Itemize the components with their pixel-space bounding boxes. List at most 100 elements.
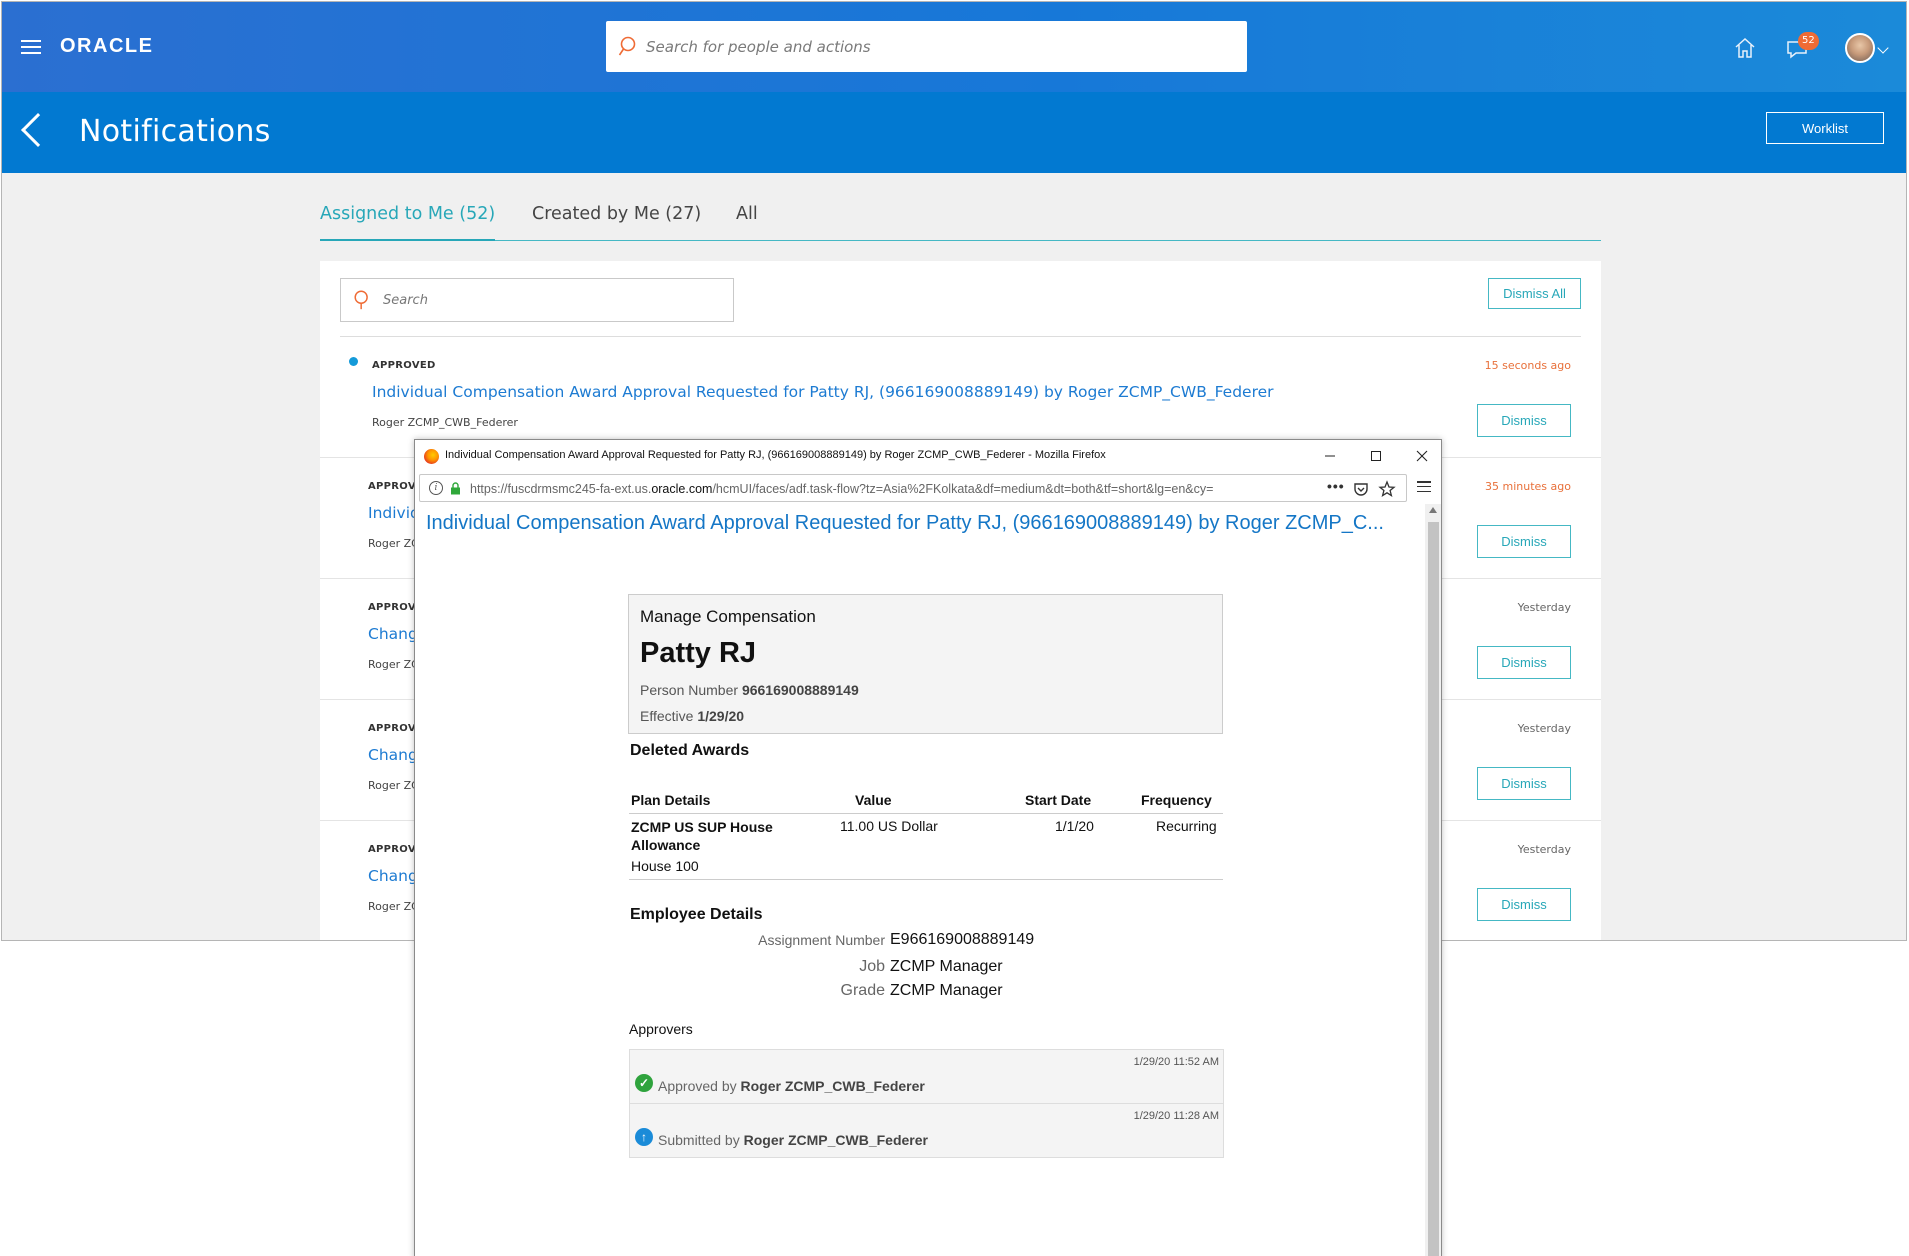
minimize-icon[interactable] (1319, 445, 1341, 467)
search-icon (354, 290, 368, 310)
start-date-cell: 1/1/20 (1055, 818, 1094, 834)
oracle-logo: ORACLE (60, 35, 154, 57)
firefox-window: Individual Compensation Award Approval R… (414, 439, 1442, 1256)
global-search[interactable] (606, 21, 1247, 72)
popup-document: Individual Compensation Award Approval R… (415, 504, 1425, 1256)
effective-value: 1/29/20 (697, 708, 745, 724)
scrollbar-thumb[interactable] (1428, 522, 1439, 1256)
approvers-label: Approvers (629, 1021, 693, 1037)
chevron-down-icon[interactable] (1877, 42, 1889, 54)
firefox-menu-icon[interactable] (1417, 481, 1431, 493)
url-text[interactable]: https://fuscdrmsmc245-fa-ext.us.oracle.c… (470, 482, 1213, 496)
notification-time: Yesterday (1517, 722, 1571, 735)
column-header: Start Date (1025, 792, 1092, 808)
notification-sender: Roger ZC (368, 537, 419, 550)
approver-name: Roger ZCMP_CWB_Federer (740, 1078, 925, 1094)
global-search-input[interactable] (606, 21, 1247, 72)
plan-option: House 100 (631, 858, 699, 874)
notification-title-link[interactable]: Chang (368, 625, 418, 643)
field-value: ZCMP Manager (890, 982, 1003, 999)
assignment-number-row: Assignment Number E966169008889149 (630, 931, 1230, 956)
dismiss-button[interactable]: Dismiss (1477, 404, 1571, 437)
url-prefix: https://fuscdrmsmc245-fa-ext.us. (470, 482, 652, 496)
field-label: Assignment Number (758, 932, 885, 948)
notification-status: APPROVED (372, 360, 436, 371)
approval-timestamp: 1/29/20 11:28 AM (1133, 1110, 1219, 1122)
effective-date: Effective 1/29/20 (640, 708, 1211, 724)
maximize-icon[interactable] (1365, 445, 1387, 467)
page-header: Notifications Worklist (2, 92, 1906, 173)
person-card: Manage Compensation Patty RJ Person Numb… (628, 594, 1223, 734)
firefox-title-bar: Individual Compensation Award Approval R… (415, 440, 1441, 472)
close-icon[interactable] (1411, 445, 1433, 467)
notification-sender: Roger ZCMP_CWB_Federer (372, 416, 518, 429)
notification-sender: Roger ZC (368, 779, 419, 792)
notification-sender: Roger ZC (368, 658, 419, 671)
unread-dot-icon (349, 357, 358, 366)
approval-text: Submitted by Roger ZCMP_CWB_Federer (658, 1132, 928, 1148)
notification-count-badge: 52 (1798, 32, 1819, 50)
notification-time: Yesterday (1517, 601, 1571, 614)
user-avatar[interactable] (1845, 33, 1875, 63)
page-actions-menu[interactable]: ••• (1327, 478, 1345, 494)
notification-time: 35 minutes ago (1485, 480, 1571, 493)
info-icon[interactable]: i (429, 481, 443, 495)
approval-action: Approved by (658, 1078, 737, 1094)
dismiss-button[interactable]: Dismiss (1477, 646, 1571, 679)
back-icon[interactable] (21, 113, 55, 147)
approver-entry: 1/29/20 11:52 AM ✓ Approved by Roger ZCM… (629, 1049, 1224, 1104)
scroll-up-icon[interactable] (1429, 507, 1437, 513)
dismiss-button[interactable]: Dismiss (1477, 888, 1571, 921)
lock-icon (451, 482, 460, 495)
vertical-scrollbar[interactable] (1425, 504, 1441, 1256)
dismiss-all-button[interactable]: Dismiss All (1488, 278, 1581, 309)
menu-icon[interactable] (21, 40, 41, 55)
tab-all[interactable]: All (736, 204, 758, 224)
field-label: Grade (840, 982, 885, 999)
address-bar[interactable]: i https://fuscdrmsmc245-fa-ext.us.oracle… (419, 474, 1407, 502)
tab-assigned-to-me[interactable]: Assigned to Me (52) (320, 204, 496, 241)
card-heading: Manage Compensation (640, 607, 816, 626)
person-number: Person Number 966169008889149 (640, 682, 1211, 698)
arrow-up-circle-icon: ↑ (635, 1128, 653, 1146)
field-value: ZCMP Manager (890, 958, 1003, 975)
approval-timestamp: 1/29/20 11:52 AM (1133, 1056, 1219, 1068)
tab-created-by-me[interactable]: Created by Me (27) (532, 204, 701, 224)
person-number-value: 966169008889149 (741, 682, 859, 698)
firefox-toolbar: i https://fuscdrmsmc245-fa-ext.us.oracle… (419, 474, 1439, 502)
approval-text: Approved by Roger ZCMP_CWB_Federer (658, 1078, 925, 1094)
field-value: E966169008889149 (890, 931, 1035, 948)
approval-action: Submitted by (658, 1132, 740, 1148)
awards-table-header: Plan Details Value Start Date Frequency (629, 788, 1223, 814)
firefox-logo-icon (424, 449, 439, 464)
plan-details-cell: ZCMP US SUP House Allowance House 100 (631, 818, 781, 874)
notification-title-link[interactable]: Chang (368, 746, 418, 764)
notification-title-link[interactable]: Individ (368, 504, 420, 522)
home-icon[interactable] (1732, 35, 1758, 61)
notifications-search-input[interactable] (341, 279, 733, 321)
employee-details-heading: Employee Details (630, 906, 763, 923)
column-header: Value (855, 792, 892, 808)
notifications-search[interactable] (340, 278, 734, 322)
effective-label: Effective (640, 708, 694, 724)
url-suffix: /hcmUI/faces/adf.task-flow?tz=Asia%2FKol… (712, 482, 1214, 496)
pocket-icon[interactable] (1352, 480, 1370, 498)
search-icon (618, 36, 636, 56)
notification-time: Yesterday (1517, 843, 1571, 856)
dismiss-button[interactable]: Dismiss (1477, 767, 1571, 800)
awards-table: Plan Details Value Start Date Frequency … (629, 788, 1223, 880)
column-header: Plan Details (631, 792, 711, 808)
table-row: ZCMP US SUP House Allowance House 100 11… (629, 814, 1223, 880)
approver-entry: 1/29/20 11:28 AM ↑ Submitted by Roger ZC… (629, 1103, 1224, 1158)
job-row: Job ZCMP Manager (630, 958, 1230, 982)
bookmark-star-icon[interactable] (1378, 480, 1396, 498)
notification-title-link[interactable]: Chang (368, 867, 418, 885)
person-number-label: Person Number (640, 682, 739, 698)
field-label: Job (859, 958, 885, 975)
dismiss-button[interactable]: Dismiss (1477, 525, 1571, 558)
notification-tabs: Assigned to Me (52) Created by Me (27) A… (320, 192, 1601, 241)
global-header: ORACLE 52 (2, 2, 1906, 92)
worklist-button[interactable]: Worklist (1766, 112, 1884, 144)
notification-title-link[interactable]: Individual Compensation Award Approval R… (372, 383, 1274, 401)
plan-name: ZCMP US SUP House Allowance (631, 819, 773, 853)
